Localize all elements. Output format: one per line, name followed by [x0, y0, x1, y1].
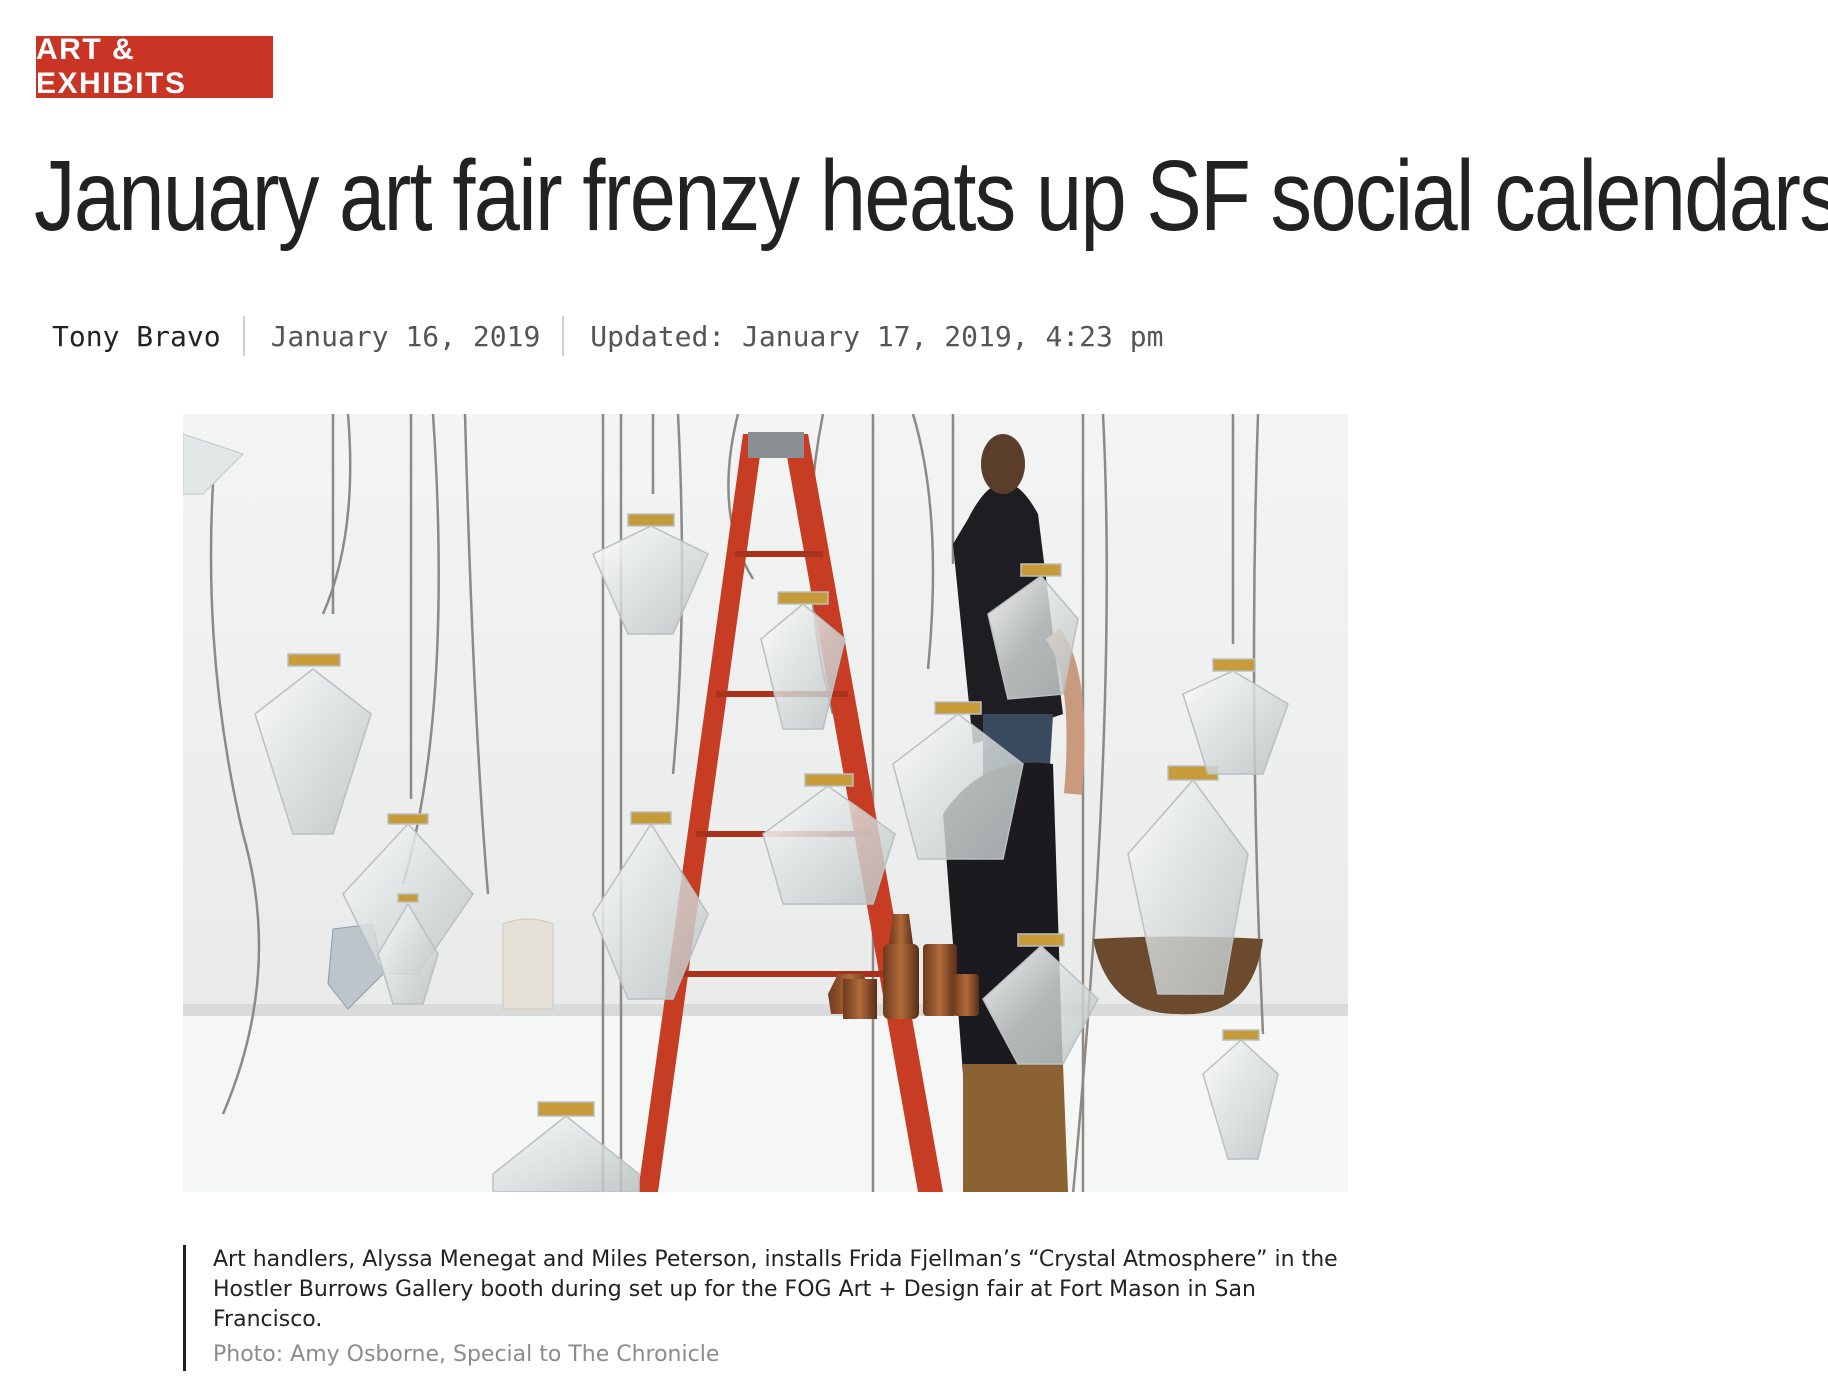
caption-text: Art handlers, Alyssa Menegat and Miles P… [213, 1247, 1338, 1332]
hero-photo-illustration [183, 414, 1348, 1192]
article-headline: January art fair frenzy heats up SF soci… [34, 140, 1828, 252]
photo-caption: Art handlers, Alyssa Menegat and Miles P… [183, 1245, 1348, 1371]
section-badge-art-exhibits[interactable]: ART & EXHIBITS [36, 33, 273, 100]
hero-photo[interactable] [183, 414, 1348, 1192]
byline: Tony Bravo January 16, 2019 Updated: Jan… [52, 312, 1163, 360]
byline-divider [242, 316, 245, 356]
photo-credit: Photo: Amy Osborne, Special to The Chron… [213, 1342, 720, 1367]
published-date: January 16, 2019 [270, 319, 541, 353]
author-link[interactable]: Tony Bravo [52, 320, 221, 353]
byline-divider [562, 316, 565, 356]
updated-date: Updated: January 17, 2019, 4:23 pm [590, 319, 1164, 353]
